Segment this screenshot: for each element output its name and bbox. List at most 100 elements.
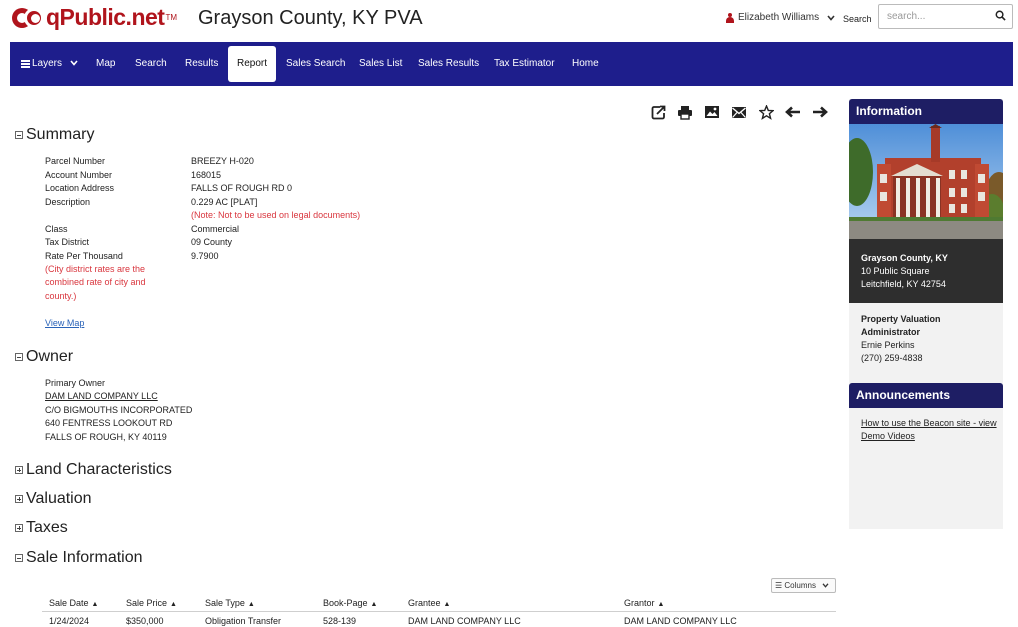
pva-name: Ernie Perkins — [861, 340, 915, 350]
sale-information-section-toggle[interactable]: Sale Information — [15, 549, 143, 567]
taxes-section-toggle[interactable]: Taxes — [15, 519, 68, 537]
nav-tax-estimator[interactable]: Tax Estimator — [494, 42, 555, 86]
logo-trademark: TM — [165, 13, 178, 22]
county-address-panel: Grayson County, KY 10 Public Square Leit… — [849, 239, 1003, 303]
field-label: Tax District — [45, 237, 90, 247]
email-icon[interactable] — [730, 104, 748, 120]
field-label: Class — [45, 224, 68, 234]
arrow-right-icon[interactable] — [811, 104, 829, 120]
owner-section-toggle[interactable]: Owner — [15, 348, 73, 366]
pva-phone: (270) 259-4838 — [861, 353, 923, 363]
share-icon[interactable] — [649, 104, 667, 120]
announcements-header: Announcements — [849, 383, 1003, 408]
owner-name-link[interactable]: DAM LAND COMPANY LLC — [45, 391, 158, 401]
search-label: Search — [843, 14, 872, 24]
valuation-title: Valuation — [26, 490, 92, 507]
land-characteristics-title: Land Characteristics — [26, 461, 172, 478]
print-icon[interactable] — [676, 104, 694, 120]
columns-dropdown-button[interactable]: ☰ Columns — [771, 578, 836, 593]
sale-date-cell: 1/24/2024 — [49, 616, 90, 626]
field-label: Parcel Number — [45, 156, 106, 166]
column-header-grantor[interactable]: Grantor ▲︎ — [624, 598, 664, 608]
nav-search[interactable]: Search — [135, 42, 167, 86]
valuation-section-toggle[interactable]: Valuation — [15, 490, 92, 508]
sale-type-cell: Obligation Transfer — [205, 616, 282, 626]
search-icon[interactable] — [995, 10, 1006, 21]
sort-icon: ▲︎ — [170, 601, 177, 608]
nav-sales-list[interactable]: Sales List — [359, 42, 402, 86]
user-icon — [726, 12, 734, 23]
main-nav: Layers Map Search Results Report Sales S… — [10, 42, 1013, 86]
user-name: Elizabeth Williams — [738, 12, 820, 23]
sort-icon: ▲︎ — [247, 601, 255, 608]
street-address: 10 Public Square — [861, 266, 930, 276]
rate-per-thousand-value: 9.7900 — [191, 251, 219, 261]
location-address-value: FALLS OF ROUGH RD 0 — [191, 183, 293, 193]
search-input[interactable] — [879, 5, 989, 28]
arrow-left-icon[interactable] — [784, 104, 802, 120]
collapse-icon — [15, 353, 23, 361]
legal-note: (Note: Not to be used on legal documents… — [191, 210, 361, 220]
owner-address-line: FALLS OF ROUGH, KY 40119 — [45, 432, 167, 442]
layers-icon — [21, 60, 30, 68]
image-icon[interactable] — [703, 104, 721, 120]
summary-title: Summary — [26, 126, 95, 143]
column-header-grantee[interactable]: Grantee ▲︎ — [408, 598, 450, 608]
qpublic-logo[interactable]: qPublic.net TM — [12, 4, 177, 31]
column-header-sale-type[interactable]: Sale Type ▲︎ — [205, 598, 255, 608]
grantor-cell: DAM LAND COMPANY LLC — [624, 616, 737, 626]
courthouse-photo — [849, 124, 1003, 239]
expand-icon — [15, 495, 23, 503]
sale-information-title: Sale Information — [26, 549, 143, 566]
logo-text: qPublic.net — [46, 4, 165, 30]
nav-layers[interactable]: Layers — [21, 42, 78, 86]
column-header-book-page[interactable]: Book-Page ▲︎ — [323, 598, 377, 608]
summary-section-toggle[interactable]: Summary — [15, 126, 94, 144]
land-characteristics-section-toggle[interactable]: Land Characteristics — [15, 461, 172, 479]
nav-results[interactable]: Results — [185, 42, 218, 86]
field-label: Account Number — [45, 170, 113, 180]
sale-price-cell: $350,000 — [126, 616, 164, 626]
nav-layers-label: Layers — [32, 58, 63, 69]
pva-title-line: Administrator — [861, 327, 921, 337]
pva-title-line: Property Valuation — [861, 314, 941, 324]
search-box — [878, 4, 1013, 29]
user-menu[interactable]: Elizabeth Williams — [726, 12, 835, 23]
collapse-icon — [15, 131, 23, 139]
nav-sales-search[interactable]: Sales Search — [286, 42, 345, 86]
tax-district-value: 09 County — [191, 237, 233, 247]
rate-note-line: county.) — [45, 291, 77, 301]
chevron-down-icon — [822, 583, 829, 588]
nav-sales-results[interactable]: Sales Results — [418, 42, 479, 86]
county-name: Grayson County, KY — [861, 253, 948, 263]
primary-owner-label: Primary Owner — [45, 378, 106, 388]
nav-map[interactable]: Map — [96, 42, 115, 86]
field-label: Location Address — [45, 183, 115, 193]
owner-address-line: C/O BIGMOUTHS INCORPORATED — [45, 405, 193, 415]
taxes-title: Taxes — [26, 519, 68, 536]
account-number-value: 168015 — [191, 170, 222, 180]
field-label: Description — [45, 197, 91, 207]
owner-title: Owner — [26, 348, 74, 365]
sort-icon: ▲︎ — [370, 601, 378, 608]
view-map-link[interactable]: View Map — [45, 318, 84, 328]
owner-address-line: 640 FENTRESS LOOKOUT RD — [45, 418, 173, 428]
expand-icon — [15, 466, 23, 474]
rate-note-line: combined rate of city and — [45, 277, 146, 287]
column-header-sale-date[interactable]: Sale Date ▲︎ — [49, 598, 98, 608]
nav-home[interactable]: Home — [572, 42, 599, 86]
grantee-cell: DAM LAND COMPANY LLC — [408, 616, 521, 626]
chevron-down-icon — [827, 13, 835, 23]
qpublic-logo-icon — [12, 7, 44, 29]
nav-report[interactable]: Report — [228, 46, 277, 82]
announcement-link[interactable]: Demo Videos — [861, 431, 915, 441]
chevron-down-icon — [70, 60, 78, 66]
column-header-sale-price[interactable]: Sale Price ▲︎ — [126, 598, 177, 608]
parcel-number-value: BREEZY H-020 — [191, 156, 254, 166]
columns-icon: ☰ — [775, 581, 783, 590]
announcement-link[interactable]: How to use the Beacon site - view — [861, 418, 997, 428]
sort-icon: ▲︎ — [657, 601, 665, 608]
rate-note-line: (City district rates are the — [45, 264, 146, 274]
table-divider — [42, 611, 836, 612]
star-icon[interactable] — [757, 104, 775, 120]
